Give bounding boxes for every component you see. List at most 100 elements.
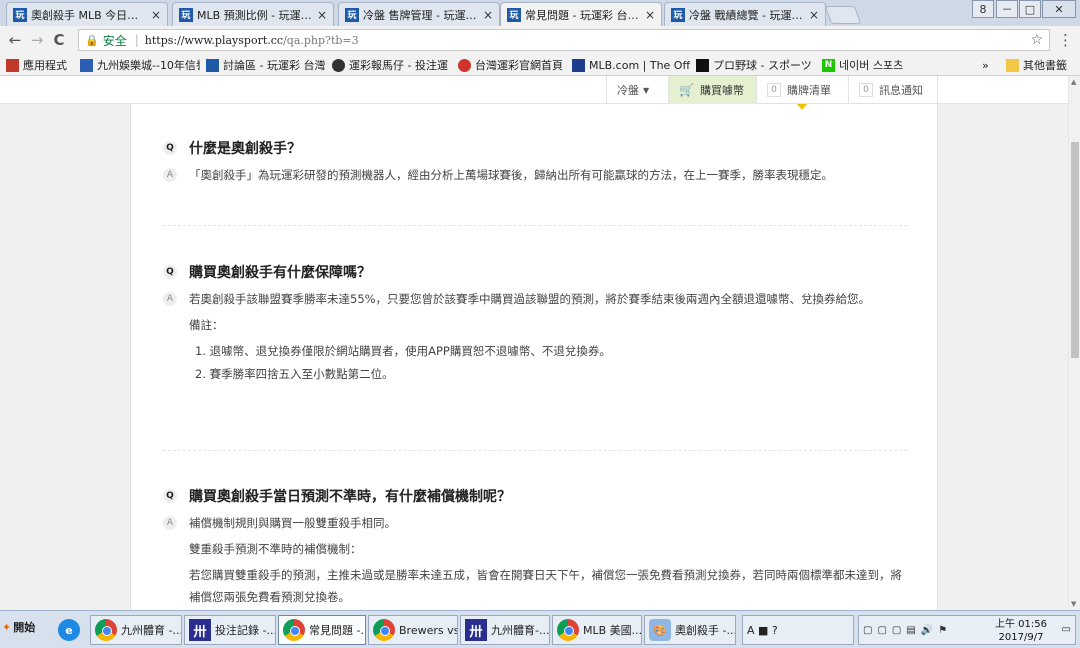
bookmarks-overflow-button[interactable]: » — [982, 57, 996, 73]
tab-close-icon[interactable]: × — [317, 8, 327, 22]
tab-title: 奧創殺手 MLB 今日預測 — [31, 8, 147, 22]
browser-tab-4[interactable]: 玩 冷盤 戰績總覽 - 玩運彩 ⊕ × — [664, 2, 826, 26]
bookmark-yahoo-baseball[interactable]: プロ野球 - スポーツ — [696, 57, 814, 73]
language-bar[interactable]: A ■ ? — [742, 615, 854, 645]
question-badge: Q — [163, 141, 177, 155]
flag-icon[interactable]: ⚑ — [938, 625, 947, 636]
chrome-icon — [557, 619, 579, 641]
active-nav-pointer-icon — [797, 104, 807, 110]
new-tab-button[interactable] — [824, 6, 862, 24]
tab-close-icon[interactable]: × — [645, 8, 655, 22]
bookmark-apps[interactable]: 應用程式 — [6, 57, 74, 73]
tab-title: 冷盤 戰績總覽 - 玩運彩 ⊕ — [689, 8, 805, 22]
tab-close-icon[interactable]: × — [151, 8, 161, 22]
bookmark-taiwan-lottery[interactable]: 台灣運彩官網首頁 — [458, 57, 566, 73]
buy-coins-button[interactable]: 🛒 購買噱幣 — [668, 76, 756, 104]
taskbar-item-label: MLB 美國... — [583, 624, 642, 637]
network-icon[interactable]: ▤ — [906, 625, 915, 636]
tab-title: 冷盤 售牌管理 - 玩運彩 ⊕ — [363, 8, 479, 22]
reload-button[interactable]: C — [48, 31, 70, 49]
faq-answer: 補償機制規則與購買一般雙重殺手相同。 — [189, 516, 396, 530]
user-menu[interactable]: 冷盤 ▼ — [606, 76, 668, 104]
address-bar[interactable]: 🔒 安全 | https://www.playsport.cc /qa.php?… — [78, 29, 1050, 51]
scroll-up-icon[interactable]: ▲ — [1071, 78, 1076, 86]
playsport-favicon-icon: 玩 — [671, 7, 685, 22]
taskbar-item-label: 九州體育-... — [491, 624, 550, 637]
cart-list-label: 購牌清單 — [787, 84, 831, 97]
tab-title: MLB 預測比例 - 玩運彩 ⊕ — [197, 8, 313, 22]
bookmark-star-icon[interactable]: ☆ — [1030, 32, 1043, 48]
scroll-down-icon[interactable]: ▼ — [1071, 600, 1076, 608]
maximize-button[interactable]: □ — [1019, 0, 1041, 18]
show-desktop-icon[interactable]: ▭ — [1062, 624, 1071, 635]
notifications-label: 訊息通知 — [879, 84, 923, 97]
browser-tab-1[interactable]: 玩 MLB 預測比例 - 玩運彩 ⊕ × — [172, 2, 334, 26]
clock-time: 上午 01:56 — [995, 619, 1047, 630]
cart-count-badge: 0 — [767, 83, 781, 97]
taskbar-item-2-active[interactable]: 常見問題 -... — [278, 615, 366, 645]
page-scrollbar[interactable]: ▲ ▼ — [1068, 76, 1080, 610]
answer-badge: A — [163, 516, 177, 530]
close-window-button[interactable]: ✕ — [1042, 0, 1076, 18]
bookmark-naver-sports[interactable]: N 네이버 스포츠 — [822, 57, 922, 73]
bookmark-label: 應用程式 — [23, 59, 67, 72]
faq-divider — [163, 225, 907, 226]
url-host: https://www.playsport.cc — [144, 33, 284, 47]
yahoo-icon — [696, 58, 709, 72]
bookmark-horse[interactable]: 運彩報馬仔 - 投注運 — [332, 57, 452, 73]
tab-close-icon[interactable]: × — [809, 8, 819, 22]
browser-tab-2[interactable]: 玩 冷盤 售牌管理 - 玩運彩 ⊕ × — [338, 2, 500, 26]
back-button[interactable]: ← — [4, 31, 26, 49]
cart-list-link[interactable]: 0 購牌清單 — [756, 76, 848, 104]
playsport-favicon-icon: 玩 — [507, 7, 521, 22]
paint-icon: 🎨 — [649, 619, 671, 641]
apps-icon — [6, 58, 19, 72]
user-menu-label: 冷盤 — [617, 84, 639, 97]
system-tray: ▢ ▢ ▢ ▤ 🔊 ⚑ 上午 01:56 2017/9/7 ▭ — [858, 615, 1076, 645]
taskbar-item-3[interactable]: Brewers vs.... — [368, 615, 458, 645]
browser-tab-3-active[interactable]: 玩 常見問題 - 玩運彩 台灣⊙ × — [500, 2, 662, 26]
bookmark-jiuzhou[interactable]: 九州娛樂城--10年信譽 — [80, 57, 200, 73]
faq-divider — [163, 450, 907, 451]
mlb-icon — [572, 58, 585, 72]
minimize-button[interactable]: － — [996, 0, 1018, 18]
taskbar-item-5[interactable]: MLB 美國... — [552, 615, 642, 645]
taskbar-item-4[interactable]: 卅 九州體育-... — [460, 615, 550, 645]
bookmark-label: プロ野球 - スポーツ — [713, 59, 812, 72]
profile-button[interactable]: 8 — [972, 0, 994, 18]
browser-menu-icon[interactable]: ⋮ — [1058, 31, 1073, 49]
taskbar-item-1[interactable]: 卅 投注記錄 -... — [184, 615, 276, 645]
clock-date: 2017/9/7 — [998, 632, 1044, 643]
internet-explorer-icon[interactable]: e — [58, 619, 80, 641]
taiwan-lottery-icon — [458, 58, 471, 72]
windows-taskbar: ✦ 開始 e 九州體育 -... 卅 投注記錄 -... 常見問題 -... B… — [0, 610, 1080, 648]
tray-icon[interactable]: ▢ — [877, 625, 886, 636]
playsport-favicon-icon: 玩 — [179, 7, 193, 22]
volume-icon[interactable]: 🔊 — [921, 625, 933, 636]
faq-item: Q 購買奧創殺手有什麼保障嗎？ A 若奧創殺手該聯盟賽季勝率未達55%，只要您曾… — [163, 262, 907, 386]
tab-title: 常見問題 - 玩運彩 台灣⊙ — [525, 8, 641, 22]
tray-icon[interactable]: ▢ — [863, 625, 872, 636]
taskbar-item-0[interactable]: 九州體育 -... — [90, 615, 182, 645]
forward-button[interactable]: → — [26, 31, 48, 49]
taskbar-item-6[interactable]: 🎨 奧創殺手 -... — [644, 615, 736, 645]
bookmark-other-folder[interactable]: 其他書籤 — [1006, 57, 1076, 73]
chevron-down-icon: ▼ — [643, 85, 650, 95]
answer-badge: A — [163, 168, 177, 182]
tab-close-icon[interactable]: × — [483, 8, 493, 22]
notifications-link[interactable]: 0 訊息通知 — [848, 76, 938, 104]
scrollbar-thumb[interactable] — [1071, 142, 1079, 358]
bookmark-playsport-forum[interactable]: 討論區 - 玩運彩 台灣 — [206, 57, 326, 73]
jiuzhou-icon — [80, 58, 93, 72]
tab-strip: 玩 奧創殺手 MLB 今日預測 × 玩 MLB 預測比例 - 玩運彩 ⊕ × 玩… — [0, 0, 1080, 26]
bookmark-mlb[interactable]: MLB.com | The Official — [572, 57, 690, 73]
playsport-icon — [206, 58, 219, 72]
bookmark-label: 運彩報馬仔 - 投注運 — [349, 59, 448, 72]
system-clock[interactable]: 上午 01:56 2017/9/7 — [995, 618, 1047, 644]
bookmark-label: 台灣運彩官網首頁 — [475, 59, 563, 72]
language-bar-label: A ■ ? — [747, 623, 778, 637]
browser-tab-0[interactable]: 玩 奧創殺手 MLB 今日預測 × — [6, 2, 168, 26]
start-button[interactable]: ✦ 開始 — [2, 619, 35, 635]
tray-icon[interactable]: ▢ — [892, 625, 901, 636]
chrome-icon — [283, 619, 305, 641]
